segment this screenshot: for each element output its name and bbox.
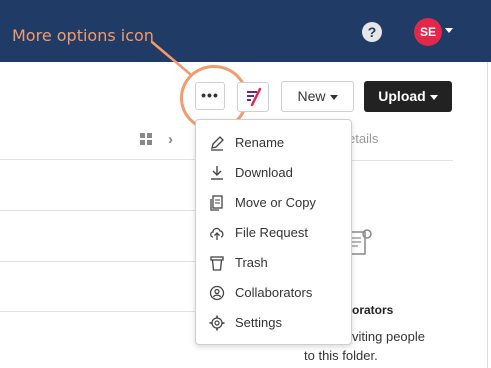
pen-icon xyxy=(247,87,262,107)
upload-button-label: Upload xyxy=(378,88,426,104)
pencil-icon xyxy=(211,136,224,151)
menu-item-download[interactable]: Download xyxy=(196,158,351,188)
list-row-divider xyxy=(0,159,195,160)
menu-item-label: File Request xyxy=(235,225,308,240)
chevron-right-icon[interactable]: › xyxy=(168,131,173,148)
trash-icon xyxy=(210,256,224,271)
menu-item-rename[interactable]: Rename xyxy=(196,128,351,158)
page-edge-divider xyxy=(487,62,488,368)
menu-item-label: Download xyxy=(235,165,293,180)
avatar-chevron-down-icon[interactable] xyxy=(445,28,453,33)
annotate-button[interactable] xyxy=(237,82,269,112)
cloud-upload-icon xyxy=(210,227,224,240)
chevron-down-icon xyxy=(429,94,438,100)
chevron-down-icon xyxy=(329,94,338,100)
more-options-menu: Rename Download Move or Copy File Reques… xyxy=(195,119,352,345)
menu-item-label: Collaborators xyxy=(235,285,313,300)
list-row-divider xyxy=(0,261,195,262)
gear-icon xyxy=(209,315,225,331)
menu-item-settings[interactable]: Settings xyxy=(196,308,351,338)
collaborators-description: to this folder. xyxy=(304,348,378,363)
menu-item-label: Settings xyxy=(235,315,282,330)
user-avatar[interactable]: SE xyxy=(414,18,442,46)
details-tab[interactable]: etails xyxy=(348,131,378,146)
copy-icon xyxy=(210,195,223,211)
menu-item-collaborators[interactable]: Collaborators xyxy=(196,278,351,308)
menu-item-trash[interactable]: Trash xyxy=(196,248,351,278)
user-circle-icon xyxy=(209,285,225,301)
upload-button[interactable]: Upload xyxy=(364,81,452,112)
menu-item-move-or-copy[interactable]: Move or Copy xyxy=(196,188,351,218)
new-button-label: New xyxy=(297,88,326,104)
grid-view-icon[interactable] xyxy=(140,133,152,145)
collaborators-description: viting people xyxy=(352,329,425,344)
help-icon[interactable]: ? xyxy=(362,22,382,42)
download-icon xyxy=(211,166,223,180)
menu-item-file-request[interactable]: File Request xyxy=(196,218,351,248)
new-button[interactable]: New xyxy=(281,81,354,112)
list-row-divider xyxy=(0,311,195,312)
collaborators-title: orators xyxy=(352,303,394,317)
menu-item-label: Move or Copy xyxy=(235,195,316,210)
list-row-divider xyxy=(0,210,195,211)
menu-item-label: Rename xyxy=(235,135,285,150)
menu-item-label: Trash xyxy=(235,255,268,270)
annotation-label: More options icon xyxy=(12,26,154,45)
